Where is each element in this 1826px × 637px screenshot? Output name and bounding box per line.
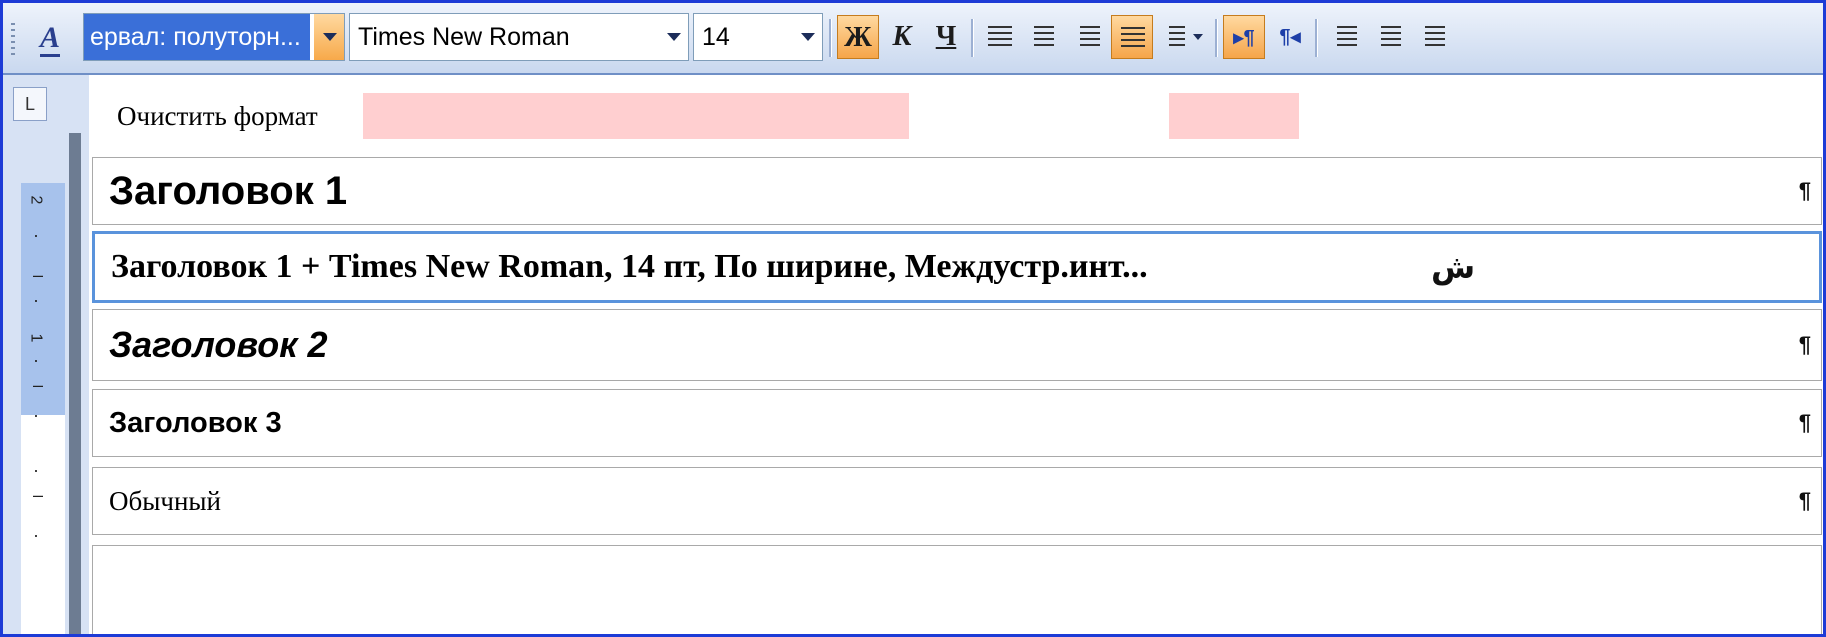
style-option-label: Заголовок 1 + Times New Roman, 14 пт, По… [111,248,1148,285]
ruler-number: 1 [27,333,45,343]
ruler-tick: · [33,405,39,425]
clear-formatting-label: Очистить формат [117,101,318,131]
toolbar-separator [1315,19,1318,57]
font-size-combobox[interactable]: 14 [693,13,823,61]
align-right-icon [1080,26,1100,46]
justify-icon [1121,27,1145,47]
style-option-partial[interactable] [92,545,1822,634]
font-size-dropdown-arrow-icon[interactable] [792,14,822,60]
ruler-tick: – [33,375,44,395]
style-option-label: Заголовок 3 [109,406,282,439]
line-spacing-button[interactable] [1155,15,1207,59]
font-combobox-value[interactable]: Times New Roman [358,14,570,60]
style-option-label: Заголовок 2 [109,324,328,365]
justify-button[interactable] [1111,15,1153,59]
style-option-normal[interactable]: Обычный ¶ [92,467,1822,535]
paragraph-mark-icon: ¶ [1798,488,1811,513]
align-right-button[interactable] [1067,15,1109,59]
bulleted-list-button[interactable] [1367,15,1409,59]
paragraph-mark-icon: ¶ [1798,410,1811,435]
align-left-icon [988,26,1012,46]
align-left-button[interactable] [979,15,1021,59]
style-combobox[interactable]: ервал: полуторн... [83,13,345,61]
underline-button[interactable]: Ч [925,15,967,59]
bold-button[interactable]: Ж [837,15,879,59]
paragraph-mark-icon: ¶ [1798,332,1811,357]
decrease-indent-button[interactable] [1411,15,1453,59]
vertical-ruler[interactable]: L 2 · – · 1 · – · · – · [3,75,90,634]
tab-selector-button[interactable]: L [13,87,47,121]
ruler-tick: – [33,265,44,285]
ruler-tick: · [33,225,39,245]
align-center-icon [1034,26,1054,46]
line-spacing-arrow-icon[interactable] [1193,34,1203,40]
toolbar-separator [971,19,974,57]
style-option-heading-1-custom[interactable]: Заголовок 1 + Times New Roman, 14 пт, По… [92,231,1822,303]
clear-formatting-option[interactable]: Очистить формат [99,81,1799,151]
ruler-number: 2 [27,195,45,205]
toolbar-separator [829,19,832,57]
ruler-tick: · [33,525,39,545]
style-option-label: Обычный [109,485,221,516]
line-spacing-icon [1169,26,1185,46]
numbered-list-button[interactable] [1323,15,1365,59]
style-combobox-value[interactable]: ервал: полуторн... [84,14,310,60]
font-dropdown-arrow-icon[interactable] [658,14,688,60]
ruler-tick: · [33,460,39,480]
ruler-tick: · [33,350,39,370]
font-size-value[interactable]: 14 [702,14,730,60]
font-combobox[interactable]: Times New Roman [349,13,689,61]
formatting-toolbar: A ервал: полуторн... Times New Roman 14 … [3,3,1823,75]
app-window: A ервал: полуторн... Times New Roman 14 … [0,0,1826,637]
bulleted-list-icon [1381,26,1401,46]
align-center-button[interactable] [1023,15,1065,59]
styles-formatting-icon[interactable]: A [25,13,75,63]
numbered-list-icon [1337,26,1357,46]
highlight-overlay [363,93,909,139]
decrease-indent-icon [1425,26,1445,46]
ruler-text-area [21,415,65,634]
styles-icon-glyph: A [39,21,60,57]
style-option-heading-3[interactable]: Заголовок 3 ¶ [92,389,1822,457]
italic-button[interactable]: К [881,15,923,59]
styles-dropdown-list: Очистить формат Заголовок 1 ¶ Заголовок … [89,75,1823,634]
style-option-heading-1[interactable]: Заголовок 1 ¶ [92,157,1822,225]
ltr-text-direction-button[interactable]: ▸¶ [1223,15,1265,59]
toolbar-grip[interactable] [11,23,15,55]
toolbar-separator [1215,19,1218,57]
ruler-tick: – [33,485,44,505]
style-dropdown-arrow-icon[interactable] [314,14,344,60]
style-option-label: Заголовок 1 [109,168,348,213]
arabic-mark-icon: ش [1431,248,1476,286]
rtl-text-direction-button[interactable]: ¶◂ [1269,15,1311,59]
paragraph-mark-icon: ¶ [1798,178,1811,203]
ruler-tick: · [33,290,39,310]
style-option-heading-2[interactable]: Заголовок 2 ¶ [92,309,1822,381]
ruler-shadow [69,133,81,634]
highlight-overlay [1169,93,1299,139]
